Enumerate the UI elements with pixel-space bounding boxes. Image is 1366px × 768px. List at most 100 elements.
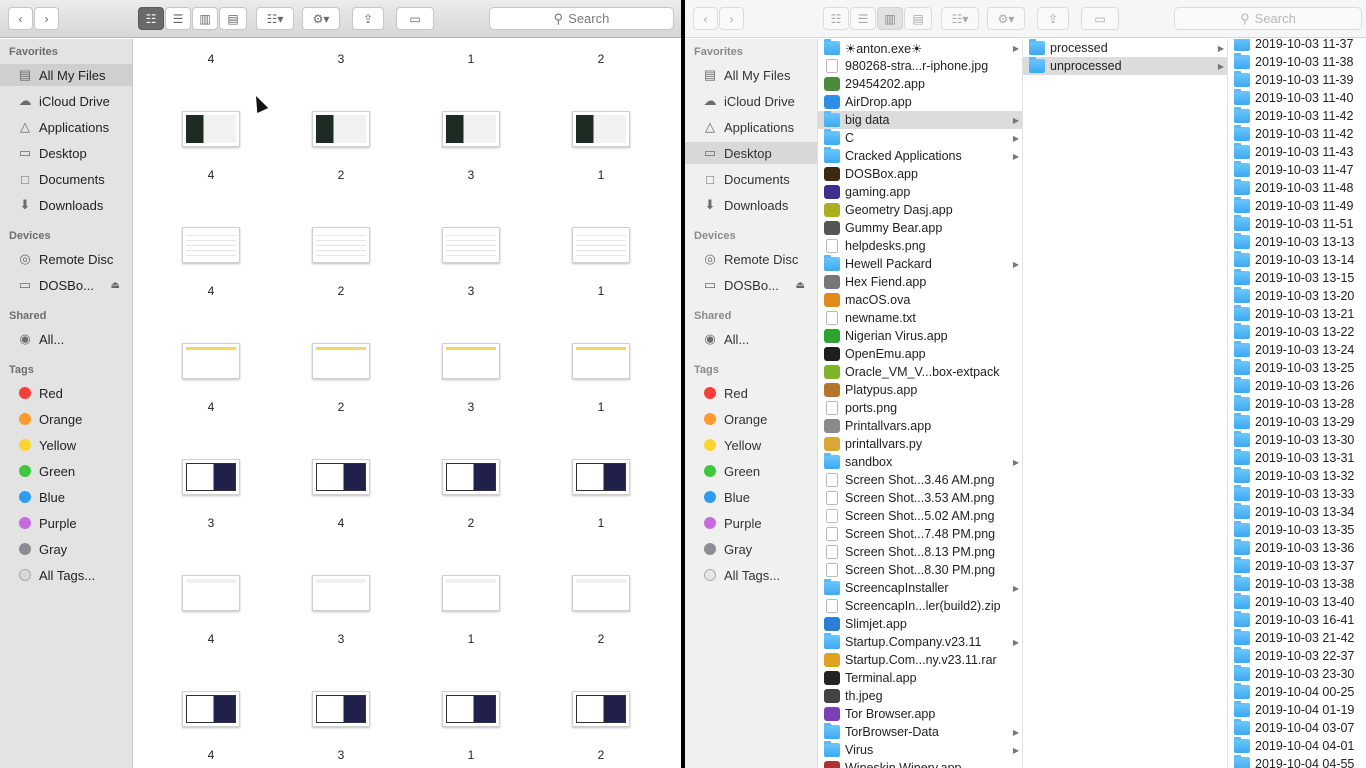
folder-row[interactable]: 2019-10-03 13-14	[1228, 251, 1366, 269]
sidebar-item-gray[interactable]: Gray	[685, 538, 817, 560]
file-row-screen-shot-5-02-am-png[interactable]: Screen Shot...5.02 AM.png	[818, 507, 1022, 525]
folder-row[interactable]: 2019-10-03 13-25	[1228, 359, 1366, 377]
folder-row[interactable]: 2019-10-03 13-37	[1228, 557, 1366, 575]
eject-icon[interactable]: ⏏	[111, 280, 120, 291]
sidebar-item-all-tags[interactable]: All Tags...	[0, 564, 132, 586]
file-row-screencapinstaller[interactable]: ScreencapInstaller ▶	[818, 579, 1022, 597]
file-row-screencapin-ler-build2-zip[interactable]: ScreencapIn...ler(build2).zip	[818, 597, 1022, 615]
file-thumbnail[interactable]	[312, 575, 370, 611]
file-thumbnail[interactable]	[182, 575, 240, 611]
folder-row[interactable]: 2019-10-03 13-38	[1228, 575, 1366, 593]
file-thumbnail[interactable]	[572, 691, 630, 727]
folder-row[interactable]: 2019-10-03 13-32	[1228, 467, 1366, 485]
folder-row[interactable]: 2019-10-03 11-42	[1228, 107, 1366, 125]
file-thumbnail[interactable]	[572, 343, 630, 379]
sidebar-item-all-tags[interactable]: All Tags...	[685, 564, 817, 586]
file-thumbnail[interactable]	[442, 691, 500, 727]
folder-row[interactable]: 2019-10-04 03-07	[1228, 719, 1366, 737]
sidebar-item-dosbo[interactable]: ▭ DOSBo... ⏏	[685, 274, 817, 296]
action-button[interactable]: ⚙▾	[987, 7, 1025, 30]
sidebar-item-purple[interactable]: Purple	[685, 512, 817, 534]
file-row-slimjet-app[interactable]: Slimjet.app	[818, 615, 1022, 633]
folder-row[interactable]: 2019-10-03 13-29	[1228, 413, 1366, 431]
file-row-dosbox-app[interactable]: DOSBox.app	[818, 165, 1022, 183]
file-row-terminal-app[interactable]: Terminal.app	[818, 669, 1022, 687]
sidebar-item-all-my-files[interactable]: ▤ All My Files	[685, 64, 817, 86]
sidebar-item-icloud-drive[interactable]: ☁ iCloud Drive	[685, 90, 817, 112]
folder-row[interactable]: 2019-10-03 11-42	[1228, 125, 1366, 143]
file-row-980268-stra-r-iphone-jpg[interactable]: 980268-stra...r-iphone.jpg	[818, 57, 1022, 75]
column-view-button[interactable]: ▥	[877, 7, 903, 30]
file-row-ports-png[interactable]: ports.png	[818, 399, 1022, 417]
list-view-button[interactable]: ☰	[165, 7, 191, 30]
file-row-torbrowser-data[interactable]: TorBrowser-Data ▶	[818, 723, 1022, 741]
folder-row[interactable]: 2019-10-03 13-22	[1228, 323, 1366, 341]
file-thumbnail[interactable]	[182, 691, 240, 727]
sidebar-item-icloud-drive[interactable]: ☁ iCloud Drive	[0, 90, 132, 112]
file-thumbnail[interactable]	[442, 575, 500, 611]
file-row-oracle-vm-v-box-extpack[interactable]: Oracle_VM_V...box-extpack	[818, 363, 1022, 381]
file-row-anton-exe[interactable]: ☀anton.exe☀ ▶	[818, 39, 1022, 57]
sidebar-item-orange[interactable]: Orange	[685, 408, 817, 430]
file-row-virus[interactable]: Virus ▶	[818, 741, 1022, 759]
file-thumbnail[interactable]	[572, 459, 630, 495]
folder-row[interactable]: 2019-10-03 13-20	[1228, 287, 1366, 305]
cover-flow-button[interactable]: ▤	[219, 7, 247, 30]
folder-row[interactable]: 2019-10-04 01-19	[1228, 701, 1366, 719]
file-row-screen-shot-3-53-am-png[interactable]: Screen Shot...3.53 AM.png	[818, 489, 1022, 507]
file-row-hewell-packard[interactable]: Hewell Packard ▶	[818, 255, 1022, 273]
file-row-helpdesks-png[interactable]: helpdesks.png	[818, 237, 1022, 255]
forward-button[interactable]: ›	[719, 7, 744, 30]
tags-button[interactable]: ▭	[1081, 7, 1119, 30]
file-row-c[interactable]: C ▶	[818, 129, 1022, 147]
file-row-tor-browser-app[interactable]: Tor Browser.app	[818, 705, 1022, 723]
sidebar-item-blue[interactable]: Blue	[0, 486, 132, 508]
folder-row[interactable]: 2019-10-03 11-51	[1228, 215, 1366, 233]
folder-row[interactable]: 2019-10-03 13-28	[1228, 395, 1366, 413]
folder-row[interactable]: 2019-10-03 11-40	[1228, 89, 1366, 107]
sidebar-item-all-my-files[interactable]: ▤ All My Files	[0, 64, 132, 86]
folder-row[interactable]: 2019-10-04 04-01	[1228, 737, 1366, 755]
sidebar-item-dosbo[interactable]: ▭ DOSBo... ⏏	[0, 274, 132, 296]
sidebar-item-green[interactable]: Green	[685, 460, 817, 482]
folder-row[interactable]: 2019-10-03 13-30	[1228, 431, 1366, 449]
sidebar-item-all[interactable]: ◉ All...	[685, 328, 817, 350]
action-button[interactable]: ⚙▾	[302, 7, 340, 30]
sidebar-item-documents[interactable]: □ Documents	[685, 168, 817, 190]
sidebar-item-remote-disc[interactable]: ◎ Remote Disc	[0, 248, 132, 270]
file-thumbnail[interactable]	[312, 459, 370, 495]
file-thumbnail[interactable]	[572, 575, 630, 611]
file-thumbnail[interactable]	[182, 459, 240, 495]
arrange-button[interactable]: ☷▾	[941, 7, 979, 30]
folder-row[interactable]: 2019-10-04 04-55	[1228, 755, 1366, 768]
file-thumbnail[interactable]	[312, 691, 370, 727]
back-button[interactable]: ‹	[8, 7, 33, 30]
file-thumbnail[interactable]	[182, 343, 240, 379]
folder-row[interactable]: 2019-10-03 13-31	[1228, 449, 1366, 467]
file-row-big-data[interactable]: big data ▶	[818, 111, 1022, 129]
file-row-platypus-app[interactable]: Platypus.app	[818, 381, 1022, 399]
share-button[interactable]: ⇪	[352, 7, 384, 30]
folder-row[interactable]: 2019-10-03 13-33	[1228, 485, 1366, 503]
file-row-gummy-bear-app[interactable]: Gummy Bear.app	[818, 219, 1022, 237]
folder-row[interactable]: 2019-10-03 11-38	[1228, 53, 1366, 71]
sidebar-item-gray[interactable]: Gray	[0, 538, 132, 560]
file-row-screen-shot-3-46-am-png[interactable]: Screen Shot...3.46 AM.png	[818, 471, 1022, 489]
column-view-button[interactable]: ▥	[192, 7, 218, 30]
folder-row[interactable]: 2019-10-03 13-40	[1228, 593, 1366, 611]
sidebar-item-yellow[interactable]: Yellow	[0, 434, 132, 456]
sidebar-item-yellow[interactable]: Yellow	[685, 434, 817, 456]
sidebar-item-purple[interactable]: Purple	[0, 512, 132, 534]
sidebar-item-applications[interactable]: △ Applications	[685, 116, 817, 138]
folder-row[interactable]: 2019-10-03 13-13	[1228, 233, 1366, 251]
folder-row[interactable]: 2019-10-03 21-42	[1228, 629, 1366, 647]
file-row-printallvars-app[interactable]: Printallvars.app	[818, 417, 1022, 435]
file-row-nigerian-virus-app[interactable]: Nigerian Virus.app	[818, 327, 1022, 345]
sidebar-item-red[interactable]: Red	[685, 382, 817, 404]
file-thumbnail[interactable]	[442, 227, 500, 263]
file-row-screen-shot-8-30-pm-png[interactable]: Screen Shot...8.30 PM.png	[818, 561, 1022, 579]
folder-row[interactable]: 2019-10-03 16-41	[1228, 611, 1366, 629]
sidebar-item-documents[interactable]: □ Documents	[0, 168, 132, 190]
file-row-processed[interactable]: processed ▶	[1023, 39, 1227, 57]
folder-row[interactable]: 2019-10-03 13-24	[1228, 341, 1366, 359]
